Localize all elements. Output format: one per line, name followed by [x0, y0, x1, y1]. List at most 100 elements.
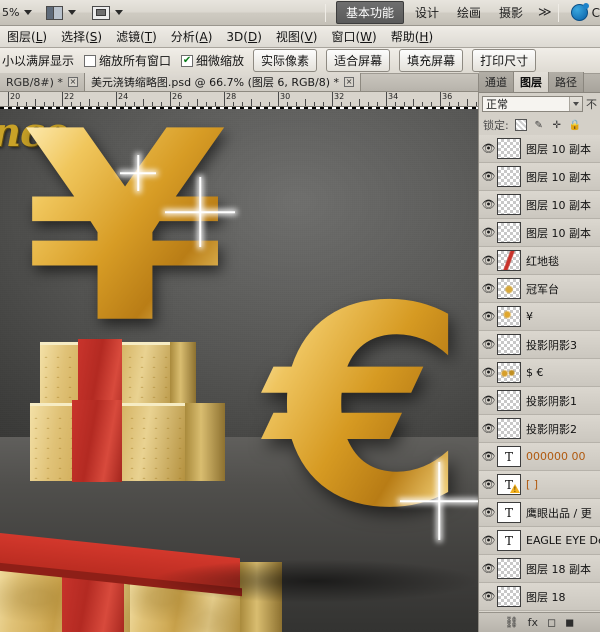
workspace-tab-painting[interactable]: 绘画: [450, 2, 488, 23]
layer-row[interactable]: 👁 图层 18 副本: [479, 555, 600, 583]
eye-icon[interactable]: 👁: [480, 226, 497, 239]
tab-paths[interactable]: 路径: [549, 72, 584, 92]
ruler-minor-tick: [449, 102, 450, 106]
layer-row[interactable]: 👁T [ ]: [479, 471, 600, 499]
zoom-all-windows-checkbox-box[interactable]: [84, 54, 97, 67]
document-tab-active[interactable]: 美元浇铸缩略图.psd @ 66.7% (图层 6, RGB/8) * ×: [84, 73, 362, 91]
eye-icon[interactable]: 👁: [480, 534, 497, 547]
zoom-level-value[interactable]: 5%: [2, 6, 19, 19]
menu-item-window[interactable]: 窗口(W): [324, 26, 383, 47]
workspace-tab-essentials[interactable]: 基本功能: [335, 1, 404, 24]
eye-icon[interactable]: 👁: [480, 590, 497, 603]
zoom-dropdown-arrow-icon[interactable]: [24, 10, 33, 15]
horizontal-ruler[interactable]: 20 22 24 26 28 30 32 34 36: [0, 92, 478, 107]
workspace-tab-design[interactable]: 设计: [408, 2, 446, 23]
menu-item-3d[interactable]: 3D(D): [219, 28, 269, 46]
menu-bar: 图层(L) 选择(S) 滤镜(T) 分析(A) 3D(D) 视图(V) 窗口(W…: [0, 26, 600, 48]
eye-icon[interactable]: 👁: [480, 254, 497, 267]
ruler-minor-tick: [476, 102, 477, 106]
layer-thumbnail: [497, 334, 521, 355]
zoom-all-windows-checkbox[interactable]: 缩放所有窗口: [84, 52, 171, 69]
layer-name: 图层 10 副本: [526, 142, 591, 156]
lock-move-icon[interactable]: ✛: [551, 119, 563, 131]
layer-row[interactable]: 👁 投影阴影1: [479, 387, 600, 415]
layer-row[interactable]: 👁 投影阴影3: [479, 331, 600, 359]
ruler-minor-tick: [260, 102, 261, 106]
scrubby-zoom-checkbox[interactable]: 细微缩放: [181, 52, 244, 69]
lock-all-icon[interactable]: 🔒: [569, 119, 581, 131]
layer-name: 000000 00: [526, 450, 586, 463]
layer-row[interactable]: 👁 $ €: [479, 359, 600, 387]
fx-icon[interactable]: fx: [528, 616, 538, 629]
layer-row[interactable]: 👁 图层 18: [479, 583, 600, 611]
ruler-label: 36: [442, 92, 453, 101]
cs-live-icon[interactable]: [570, 3, 589, 21]
screen-mode-dropdown-arrow-icon[interactable]: [115, 10, 124, 15]
layer-row[interactable]: 👁 ¥: [479, 303, 600, 331]
menu-item-layer[interactable]: 图层(L): [0, 26, 54, 47]
mask-icon[interactable]: ◻: [547, 616, 556, 629]
workspace-tab-photography[interactable]: 摄影: [492, 2, 530, 23]
layer-row[interactable]: 👁 图层 10 副本: [479, 135, 600, 163]
layer-name: ¥: [526, 310, 533, 323]
screen-mode-icon: [92, 5, 111, 20]
menu-item-filter[interactable]: 滤镜(T): [109, 26, 164, 47]
eye-icon[interactable]: 👁: [480, 142, 497, 155]
layer-row[interactable]: 👁 图层 10 副本: [479, 219, 600, 247]
screen-mode-button[interactable]: [90, 5, 125, 21]
layer-name: [ ]: [526, 478, 539, 491]
eye-icon[interactable]: 👁: [480, 366, 497, 379]
workspace-more-icon[interactable]: ≫: [532, 5, 558, 20]
close-icon[interactable]: ×: [344, 77, 355, 87]
chevron-down-icon[interactable]: [569, 97, 582, 111]
document-tab-inactive[interactable]: RGB/8#) * ×: [0, 73, 85, 91]
eye-icon[interactable]: 👁: [480, 282, 497, 295]
ruler-minor-tick: [242, 102, 243, 106]
layer-row[interactable]: 👁 T 鹰眼出品 / 更: [479, 499, 600, 527]
scrubby-zoom-checkbox-box[interactable]: [181, 54, 194, 67]
ruler-minor-tick: [53, 102, 54, 106]
eye-icon[interactable]: 👁: [480, 478, 497, 491]
tab-layers[interactable]: 图层: [514, 72, 549, 92]
layer-row[interactable]: 👁 投影阴影2: [479, 415, 600, 443]
layer-row[interactable]: 👁 图层 10 副本: [479, 163, 600, 191]
fill-screen-button[interactable]: 填充屏幕: [399, 49, 464, 72]
link-icon[interactable]: ⛓: [505, 616, 519, 629]
eye-icon[interactable]: 👁: [480, 450, 497, 463]
layer-row[interactable]: 👁 红地毯: [479, 247, 600, 275]
ruler-minor-tick: [26, 102, 27, 106]
lock-paint-icon[interactable]: ✎: [533, 119, 545, 131]
layer-list[interactable]: 👁 图层 10 副本 👁 图层 10 副本 👁 图层 10 副本 👁 图层 10 副本 👁 红地毯…: [479, 135, 600, 612]
document-canvas[interactable]: nce ¥ €: [0, 107, 478, 632]
eye-icon[interactable]: 👁: [480, 562, 497, 575]
blend-mode-select[interactable]: 正常: [482, 96, 583, 112]
fit-screen-button[interactable]: 适合屏幕: [326, 49, 391, 72]
print-size-button[interactable]: 打印尺寸: [472, 49, 537, 72]
menu-item-help[interactable]: 帮助(H): [384, 26, 440, 47]
arrange-dropdown-arrow-icon[interactable]: [68, 10, 77, 15]
layer-row[interactable]: 👁 图层 10 副本: [479, 191, 600, 219]
tab-channels[interactable]: 通道: [479, 72, 514, 92]
layer-row[interactable]: 👁 冠军台: [479, 275, 600, 303]
ruler-minor-tick: [98, 102, 99, 106]
menu-item-select[interactable]: 选择(S): [54, 26, 109, 47]
close-icon[interactable]: ×: [67, 77, 78, 87]
eye-icon[interactable]: 👁: [480, 198, 497, 211]
actual-pixels-button[interactable]: 实际像素: [253, 49, 318, 72]
lock-transparent-icon[interactable]: [514, 119, 527, 131]
panel-bottom-toolbar: ⛓ fx ◻ ◼: [479, 612, 600, 632]
ruler-minor-tick: [215, 102, 216, 106]
eye-icon[interactable]: 👁: [480, 310, 497, 323]
eye-icon[interactable]: 👁: [480, 170, 497, 183]
menu-item-analysis[interactable]: 分析(A): [164, 26, 220, 47]
eye-icon[interactable]: 👁: [480, 422, 497, 435]
layer-name: 图层 10 副本: [526, 170, 591, 184]
layer-row[interactable]: 👁 T 000000 00: [479, 443, 600, 471]
group-icon[interactable]: ◼: [565, 616, 574, 629]
eye-icon[interactable]: 👁: [480, 394, 497, 407]
eye-icon[interactable]: 👁: [480, 506, 497, 519]
menu-item-view[interactable]: 视图(V): [269, 26, 325, 47]
arrange-documents-button[interactable]: [44, 5, 78, 21]
layer-row[interactable]: 👁T EAGLE EYE Des: [479, 527, 600, 555]
eye-icon[interactable]: 👁: [480, 338, 497, 351]
